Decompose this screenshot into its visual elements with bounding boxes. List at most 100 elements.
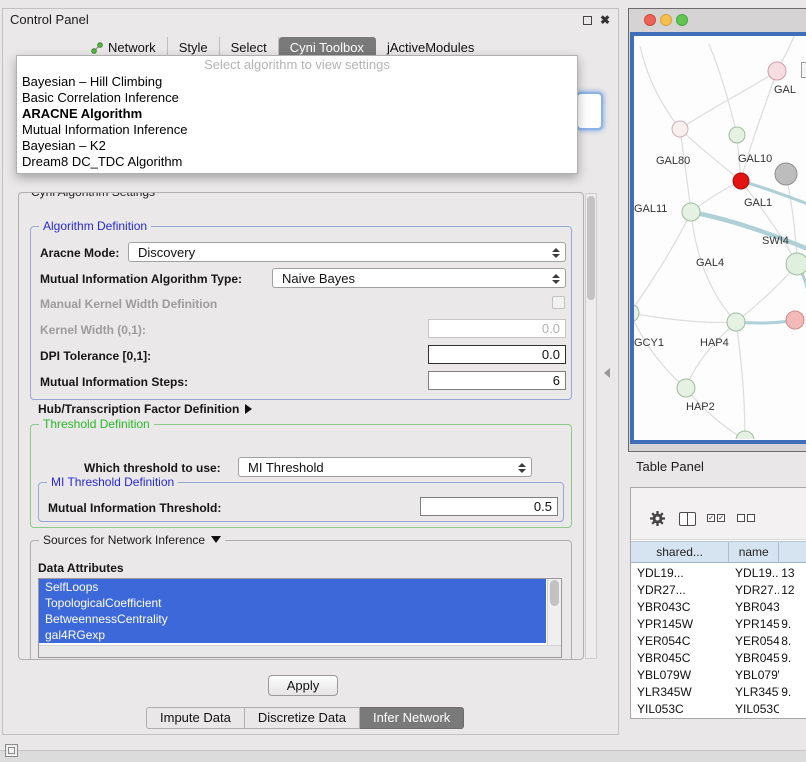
table-cell: 9. — [779, 650, 806, 667]
column-header-extra[interactable] — [779, 542, 806, 562]
cyni-algorithm-settings-group: Cyni Algorithm Settings Algorithm Defini… — [18, 192, 584, 660]
hub-section-toggle[interactable]: Hub/Transcription Factor Definition — [38, 402, 252, 416]
scrollbar-thumb[interactable] — [587, 196, 595, 300]
node-gal10-red[interactable] — [733, 173, 749, 189]
node-label-gal11: GAL11 — [634, 203, 667, 215]
mi-algorithm-type-value: Naive Bayes — [282, 271, 355, 286]
aracne-mode-select[interactable]: Discovery — [128, 242, 566, 262]
node-label-gcy1: GCY1 — [634, 337, 664, 349]
table-cell — [779, 599, 806, 616]
node-gcy1-green[interactable] — [634, 304, 639, 322]
attributes-horizontal-scrollbar[interactable] — [39, 645, 561, 657]
table-row[interactable]: YER054CYER054C8. — [631, 633, 806, 650]
panel-toggle-icon[interactable] — [5, 744, 18, 757]
tab-discretize-data[interactable]: Discretize Data — [245, 707, 360, 729]
network-canvas[interactable]: GALGAL80GAL10GAL11GAL1SWI4GAL4GCY1HAP4HA… — [630, 32, 806, 444]
sources-title: Sources for Network Inference — [43, 533, 205, 547]
node-hap2-green[interactable] — [677, 379, 695, 397]
table-cell: YIL053C — [729, 701, 779, 718]
node-pink-top[interactable] — [768, 62, 786, 80]
which-threshold-label: Which threshold to use: — [84, 461, 221, 475]
table-row[interactable]: YLR345WYLR345W9. — [631, 684, 806, 701]
attribute-item-gal4rgexp[interactable]: gal4RGexp — [39, 627, 546, 643]
node-pink-right[interactable] — [786, 311, 804, 329]
table-cell: YBR043C — [729, 599, 779, 616]
mi-steps-input[interactable] — [428, 371, 566, 390]
table-cell: YDR27... — [631, 582, 729, 599]
algorithm-option-bayesian-k2[interactable]: Bayesian – K2 — [17, 138, 577, 154]
focused-control-fragment[interactable] — [576, 92, 603, 130]
table-cell: YDR27... — [729, 582, 779, 599]
attribute-item-selfloops[interactable]: SelfLoops — [39, 579, 546, 595]
dpi-tolerance-input[interactable] — [428, 345, 566, 364]
mi-threshold-input[interactable] — [420, 497, 558, 516]
table-row[interactable]: YBL079WYBL079W — [631, 667, 806, 684]
control-panel-title: Control Panel — [10, 12, 89, 27]
node-gal1-gray[interactable] — [775, 163, 797, 185]
node-green-bottom[interactable] — [736, 431, 754, 439]
column-header-name[interactable]: name — [729, 542, 779, 562]
network-scrollbar-fragment[interactable]: ◂ — [801, 62, 806, 78]
sources-group: Sources for Network Inference Data Attri… — [30, 540, 572, 660]
table-row[interactable]: YDL19...YDL19...13 — [631, 565, 806, 582]
tab-label: jActiveModules — [387, 40, 474, 55]
which-threshold-select[interactable]: MI Threshold — [238, 457, 532, 477]
node-swi4-green[interactable] — [786, 253, 806, 275]
algorithm-option-aracne-algorithm[interactable]: ARACNE Algorithm — [17, 106, 577, 122]
attributes-vertical-scrollbar[interactable] — [547, 579, 561, 645]
algorithm-option-basic-correlation-inference[interactable]: Basic Correlation Inference — [17, 90, 577, 106]
attribute-item-topologicalcoefficient[interactable]: TopologicalCoefficient — [39, 595, 546, 611]
gear-icon[interactable] — [649, 510, 666, 532]
kernel-width-input[interactable] — [428, 319, 566, 338]
data-attributes-label: Data Attributes — [38, 561, 124, 575]
table-row[interactable]: YBR045CYBR045C9. — [631, 650, 806, 667]
mi-steps-label: Mutual Information Steps: — [40, 375, 188, 389]
network-icon — [91, 42, 103, 54]
network-view-window: GALGAL80GAL10GAL11GAL1SWI4GAL4GCY1HAP4HA… — [628, 8, 806, 452]
close-traffic-light[interactable] — [644, 14, 656, 26]
close-window-icon[interactable]: ✖ — [600, 13, 610, 27]
node-gal11-green[interactable] — [682, 203, 700, 221]
apply-button[interactable]: Apply — [268, 675, 338, 696]
status-strip — [0, 750, 806, 762]
tab-impute-data[interactable]: Impute Data — [146, 707, 245, 729]
node-label-swi4: SWI4 — [762, 235, 789, 247]
minimize-traffic-light[interactable] — [660, 14, 672, 26]
column-header-shared[interactable]: shared... — [631, 542, 729, 562]
algorithm-option-mutual-information-inference[interactable]: Mutual Information Inference — [17, 122, 577, 138]
algorithm-option-dream8-dc-tdc-algorithm[interactable]: Dream8 DC_TDC Algorithm — [17, 154, 577, 170]
mi-algorithm-type-select[interactable]: Naive Bayes — [272, 268, 566, 288]
tab-infer-network[interactable]: Infer Network — [360, 707, 464, 729]
dpi-tolerance-label: DPI Tolerance [0,1]: — [40, 349, 151, 363]
sources-toggle[interactable]: Sources for Network Inference — [39, 533, 225, 548]
select-all-icon[interactable]: ✓✓ — [707, 514, 725, 522]
settings-vertical-scrollbar[interactable] — [585, 193, 597, 659]
float-window-icon[interactable] — [583, 16, 592, 25]
cyni-mode-tabs: Impute DataDiscretize DataInfer Network — [146, 707, 464, 729]
unchecked-box-icon — [747, 514, 755, 522]
table-panel-window: ✓✓ shared...name YDL19...YDL19...13YDR27… — [630, 487, 806, 719]
node-green-top[interactable] — [729, 127, 745, 143]
table-row[interactable]: YIL053CYIL053C — [631, 701, 806, 718]
algorithm-definition-group: Algorithm Definition Aracne Mode: Discov… — [30, 226, 572, 400]
node-label-gal4: GAL4 — [696, 257, 724, 269]
attribute-item-betweennesscentrality[interactable]: BetweennessCentrality — [39, 611, 546, 627]
table-row[interactable]: YBR043CYBR043C — [631, 599, 806, 616]
scrollbar-thumb[interactable] — [550, 580, 559, 606]
node-hap4-green[interactable] — [727, 313, 745, 331]
splitter-collapse-arrow[interactable] — [604, 368, 610, 378]
threshold-definition-title: Threshold Definition — [39, 417, 154, 432]
deselect-all-icon[interactable] — [737, 514, 755, 522]
zoom-traffic-light[interactable] — [676, 14, 688, 26]
table-cell: YDL19... — [631, 565, 729, 582]
columns-icon[interactable] — [679, 512, 696, 526]
node-label-gal1: GAL1 — [744, 197, 772, 209]
table-header-row: shared...name — [631, 541, 806, 563]
node-pale-left[interactable] — [672, 121, 688, 137]
table-row[interactable]: YDR27...YDR27...12 — [631, 582, 806, 599]
table-row[interactable]: YPR145WYPR145W9. — [631, 616, 806, 633]
manual-kernel-checkbox[interactable] — [552, 296, 565, 309]
kernel-width-label: Kernel Width (0,1): — [40, 323, 146, 337]
algorithm-option-bayesian-hill-climbing[interactable]: Bayesian – Hill Climbing — [17, 74, 577, 90]
data-attributes-list[interactable]: SelfLoopsTopologicalCoefficientBetweenne… — [38, 578, 562, 658]
